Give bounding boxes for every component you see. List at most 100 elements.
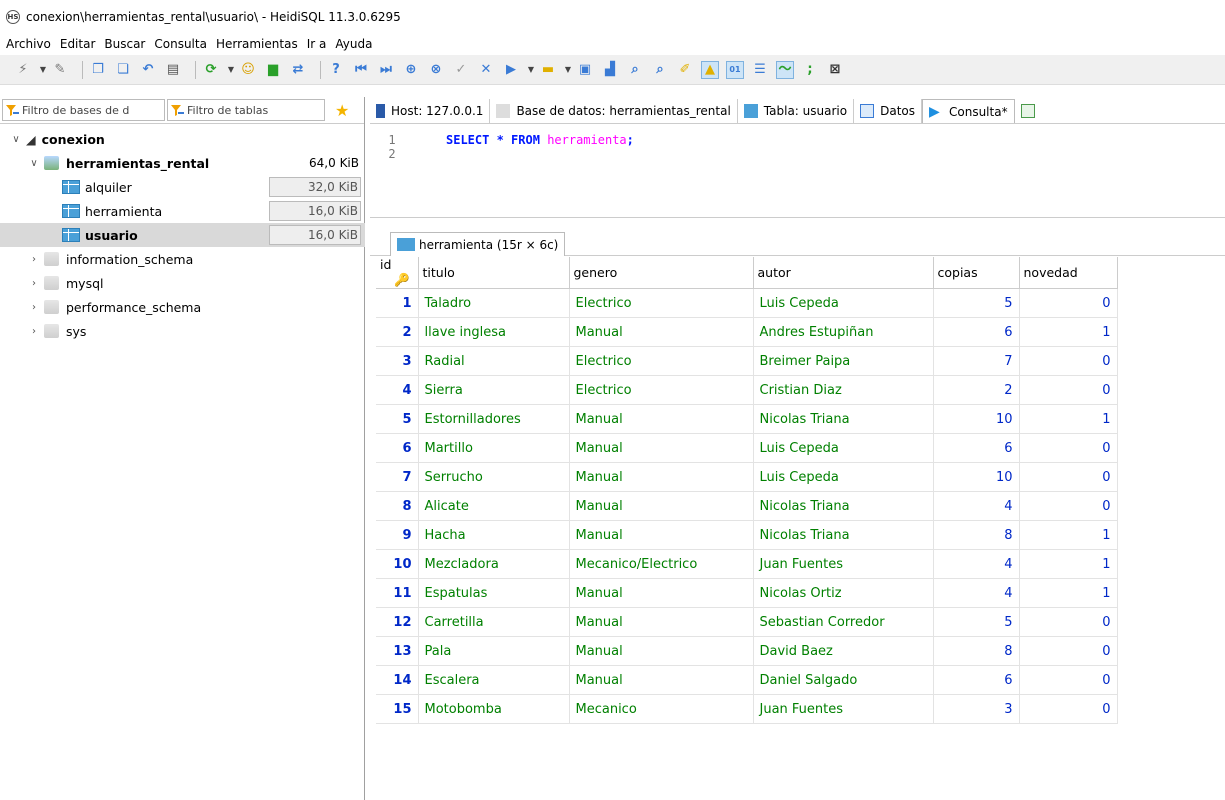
open-dropdown-icon[interactable]: ▼ — [564, 61, 572, 79]
binary-icon[interactable]: 01 — [726, 60, 744, 79]
save-blob-icon[interactable]: ▟ — [601, 61, 619, 79]
sync-icon[interactable]: ⇄ — [289, 61, 307, 79]
cell-novedad[interactable]: 0 — [1019, 665, 1118, 695]
table-row[interactable]: 12 Carretilla Manual Sebastian Corredor 5 0 — [376, 607, 1118, 637]
cell-genero[interactable]: Manual — [569, 665, 754, 695]
cell-id[interactable]: 14 — [376, 665, 419, 695]
table-row[interactable]: 3 Radial Electrico Breimer Paipa 7 0 — [376, 346, 1118, 376]
cell-genero[interactable]: Manual — [569, 607, 754, 637]
cell-genero[interactable]: Electrico — [569, 288, 754, 318]
result-tab[interactable]: herramienta (15r × 6c) — [390, 232, 566, 256]
tab-data[interactable]: Datos — [854, 99, 922, 123]
refresh-icon[interactable]: ⟳ — [202, 61, 220, 79]
cell-genero[interactable]: Electrico — [569, 346, 754, 376]
cell-autor[interactable]: Nicolas Triana — [753, 520, 934, 550]
tab-database[interactable]: Base de datos: herramientas_rental — [490, 99, 738, 123]
cell-id[interactable]: 10 — [376, 549, 419, 579]
table-row[interactable]: 9 Hacha Manual Nicolas Triana 8 1 — [376, 520, 1118, 550]
cell-copias[interactable]: 6 — [933, 433, 1020, 463]
cell-novedad[interactable]: 0 — [1019, 288, 1118, 318]
undo-icon[interactable]: ↶ — [139, 61, 157, 79]
table-filter-input[interactable]: Filtro de tablas — [167, 99, 325, 121]
cell-id[interactable]: 9 — [376, 520, 419, 550]
print-icon[interactable]: ▤ — [164, 61, 182, 79]
copy-icon[interactable]: ❐ — [89, 61, 107, 79]
favorite-star-icon[interactable]: ★ — [335, 101, 349, 120]
chevron-down-icon[interactable]: ∨ — [28, 158, 40, 169]
cell-autor[interactable]: Luis Cepeda — [753, 288, 934, 318]
cell-id[interactable]: 1 — [376, 288, 419, 318]
format-icon[interactable]: 〜 — [776, 60, 794, 79]
cell-genero[interactable]: Manual — [569, 578, 754, 608]
table-row[interactable]: 5 Estornilladores Manual Nicolas Triana 10 1 — [376, 404, 1118, 434]
menu-ayuda[interactable]: Ayuda — [335, 37, 372, 51]
menu-herramientas[interactable]: Herramientas — [216, 37, 298, 51]
cell-id[interactable]: 6 — [376, 433, 419, 463]
chevron-down-icon[interactable]: ∨ — [10, 134, 22, 145]
last-record-icon[interactable]: ⏭ — [377, 61, 395, 79]
cell-genero[interactable]: Manual — [569, 433, 754, 463]
cell-autor[interactable]: David Baez — [753, 636, 934, 666]
cell-genero[interactable]: Manual — [569, 462, 754, 492]
cell-id[interactable]: 11 — [376, 578, 419, 608]
open-folder-icon[interactable]: ▬ — [539, 61, 557, 79]
cell-novedad[interactable]: 0 — [1019, 346, 1118, 376]
chevron-right-icon[interactable]: › — [28, 254, 40, 265]
column-header-autor[interactable]: autor — [753, 257, 934, 289]
user-manager-icon[interactable]: ☺ — [239, 61, 257, 79]
cell-titulo[interactable]: Alicate — [418, 491, 570, 521]
table-row[interactable]: 2 llave inglesa Manual Andres Estupiñan 6 1 — [376, 317, 1118, 347]
menu-editar[interactable]: Editar — [60, 37, 96, 51]
cell-titulo[interactable]: Motobomba — [418, 694, 570, 724]
cell-titulo[interactable]: Radial — [418, 346, 570, 376]
cell-copias[interactable]: 4 — [933, 549, 1020, 579]
table-row[interactable]: 11 Espatulas Manual Nicolas Ortiz 4 1 — [376, 578, 1118, 608]
cell-autor[interactable]: Luis Cepeda — [753, 433, 934, 463]
chevron-right-icon[interactable]: › — [28, 326, 40, 337]
cell-titulo[interactable]: Escalera — [418, 665, 570, 695]
cell-id[interactable]: 7 — [376, 462, 419, 492]
cell-novedad[interactable]: 1 — [1019, 578, 1118, 608]
save-icon[interactable]: ▣ — [576, 61, 594, 79]
cell-genero[interactable]: Manual — [569, 404, 754, 434]
cell-copias[interactable]: 4 — [933, 491, 1020, 521]
clear-icon[interactable]: ✐ — [676, 61, 694, 79]
cell-autor[interactable]: Sebastian Corredor — [753, 607, 934, 637]
cell-copias[interactable]: 7 — [933, 346, 1020, 376]
connect-icon[interactable]: ⚡ — [14, 61, 32, 79]
cell-genero[interactable]: Mecanico — [569, 694, 754, 724]
cell-copias[interactable]: 8 — [933, 520, 1020, 550]
table-row[interactable]: 7 Serrucho Manual Luis Cepeda 10 0 — [376, 462, 1118, 492]
cell-id[interactable]: 3 — [376, 346, 419, 376]
menu-consulta[interactable]: Consulta — [154, 37, 207, 51]
tree-node-table[interactable]: herramienta 16,0 KiB — [0, 199, 365, 223]
column-header-novedad[interactable]: novedad — [1019, 257, 1118, 289]
table-row[interactable]: 13 Pala Manual David Baez 8 0 — [376, 636, 1118, 666]
cell-id[interactable]: 15 — [376, 694, 419, 724]
table-row[interactable]: 1 Taladro Electrico Luis Cepeda 5 0 — [376, 288, 1118, 318]
replace-icon[interactable]: ⌕ — [651, 61, 669, 79]
table-row[interactable]: 14 Escalera Manual Daniel Salgado 6 0 — [376, 665, 1118, 695]
cell-id[interactable]: 8 — [376, 491, 419, 521]
cancel-icon[interactable]: ✕ — [477, 61, 495, 79]
cell-novedad[interactable]: 0 — [1019, 694, 1118, 724]
cell-copias[interactable]: 10 — [933, 462, 1020, 492]
cell-genero[interactable]: Mecanico/Electrico — [569, 549, 754, 579]
warnings-icon[interactable]: ▲ — [701, 60, 719, 79]
first-record-icon[interactable]: ⏮ — [352, 61, 370, 79]
cell-titulo[interactable]: Carretilla — [418, 607, 570, 637]
cell-autor[interactable]: Luis Cepeda — [753, 462, 934, 492]
tree-node-database[interactable]: › performance_schema — [0, 295, 365, 319]
cell-genero[interactable]: Manual — [569, 520, 754, 550]
table-row[interactable]: 6 Martillo Manual Luis Cepeda 6 0 — [376, 433, 1118, 463]
chevron-right-icon[interactable]: › — [28, 278, 40, 289]
semicolon-icon[interactable]: ; — [801, 61, 819, 79]
cell-genero[interactable]: Manual — [569, 317, 754, 347]
cell-novedad[interactable]: 0 — [1019, 607, 1118, 637]
cell-titulo[interactable]: Serrucho — [418, 462, 570, 492]
cell-novedad[interactable]: 0 — [1019, 636, 1118, 666]
cell-novedad[interactable]: 0 — [1019, 375, 1118, 405]
cell-copias[interactable]: 5 — [933, 288, 1020, 318]
cell-autor[interactable]: Nicolas Ortiz — [753, 578, 934, 608]
run-dropdown-icon[interactable]: ▼ — [527, 61, 535, 79]
